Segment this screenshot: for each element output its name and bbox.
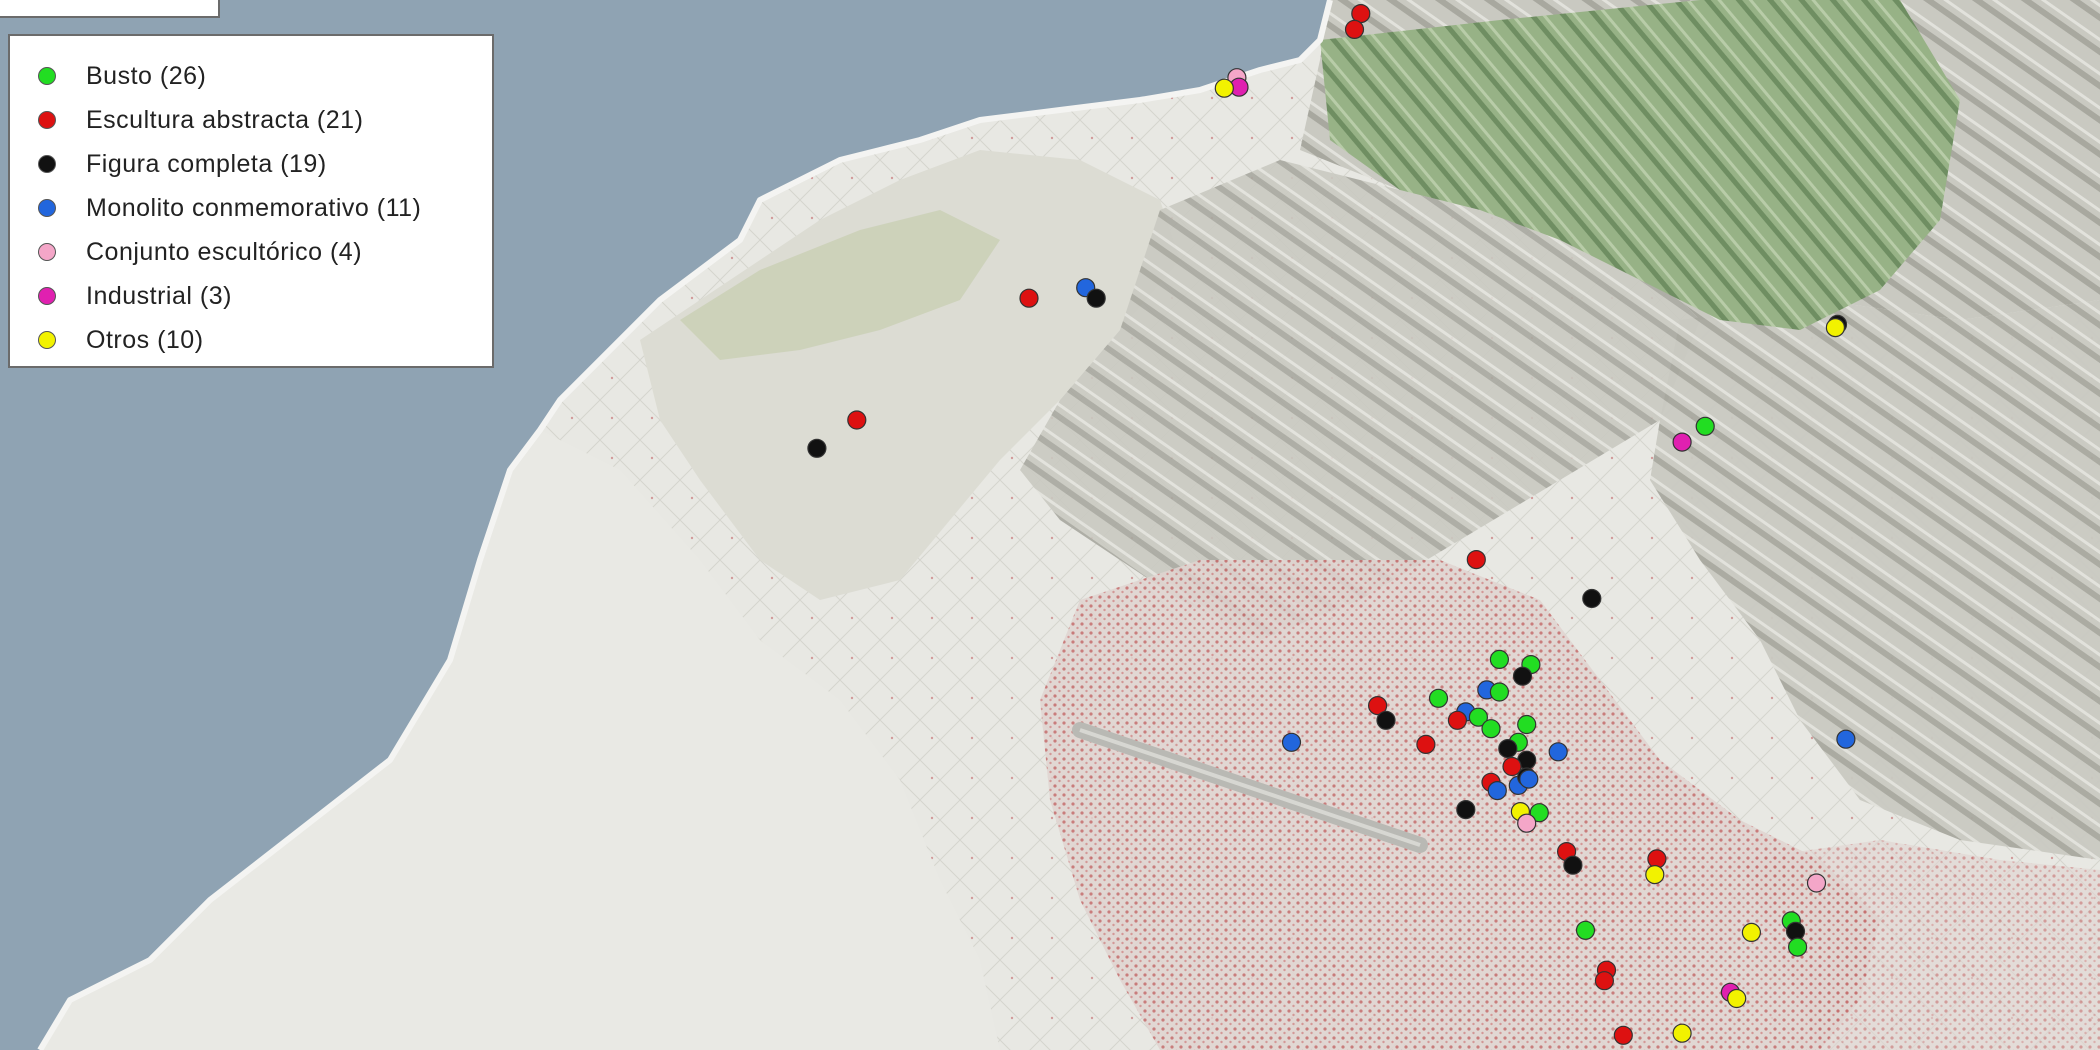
legend-label-otros: Otros (10) <box>86 325 204 354</box>
marker-monolito[interactable] <box>1281 732 1302 752</box>
legend-item-industrial[interactable]: Industrial (3) <box>38 274 492 318</box>
marker-abstracta[interactable] <box>847 410 867 430</box>
map-canvas[interactable]: Busto (26) Escultura abstracta (21) Figu… <box>0 0 2100 1050</box>
legend-swatch-industrial <box>38 287 56 305</box>
marker-figura[interactable] <box>1582 588 1602 609</box>
marker-busto[interactable] <box>1428 688 1449 708</box>
legend-swatch-figura-completa <box>38 155 56 173</box>
marker-abstracta[interactable] <box>1594 971 1615 991</box>
scale-box <box>0 0 220 18</box>
marker-abstracta[interactable] <box>1019 288 1039 308</box>
marker-busto[interactable] <box>1787 937 1808 957</box>
marker-abstracta[interactable] <box>1416 734 1436 755</box>
marker-otros[interactable] <box>1645 864 1665 885</box>
marker-abstracta[interactable] <box>1447 710 1468 730</box>
legend-item-monolito[interactable]: Monolito conmemorativo (11) <box>38 186 492 230</box>
legend-item-figura-completa[interactable]: Figura completa (19) <box>38 142 492 186</box>
marker-otros[interactable] <box>1825 318 1846 338</box>
marker-busto[interactable] <box>1695 416 1715 436</box>
legend: Busto (26) Escultura abstracta (21) Figu… <box>8 34 494 368</box>
marker-abstracta[interactable] <box>1647 849 1667 869</box>
legend-label-figura-completa: Figura completa (19) <box>86 149 327 178</box>
marker-abstracta[interactable] <box>1466 549 1486 570</box>
marker-industrial[interactable] <box>1672 432 1692 452</box>
marker-figura[interactable] <box>1498 738 1518 759</box>
marker-monolito[interactable] <box>1487 780 1507 801</box>
marker-otros[interactable] <box>1741 922 1762 943</box>
legend-swatch-monolito <box>38 199 56 217</box>
legend-swatch-escultura-abstracta <box>38 111 56 129</box>
legend-swatch-busto <box>38 67 56 85</box>
marker-monolito[interactable] <box>1836 729 1856 749</box>
marker-busto[interactable] <box>1517 714 1537 735</box>
marker-abstracta[interactable] <box>1613 1025 1633 1045</box>
legend-label-escultura-abstracta: Escultura abstracta (21) <box>86 105 364 134</box>
marker-otros[interactable] <box>1672 1023 1692 1043</box>
marker-busto[interactable] <box>1575 920 1596 940</box>
marker-otros[interactable] <box>1214 78 1234 98</box>
legend-swatch-conjunto <box>38 243 56 261</box>
marker-figura[interactable] <box>1376 710 1396 730</box>
marker-monolito[interactable] <box>1519 769 1539 789</box>
marker-busto[interactable] <box>1481 719 1501 739</box>
legend-label-industrial: Industrial (3) <box>86 281 232 310</box>
legend-swatch-otros <box>38 331 56 349</box>
marker-figura[interactable] <box>1086 288 1106 308</box>
marker-figura[interactable] <box>1785 921 1806 942</box>
legend-item-conjunto[interactable]: Conjunto escultórico (4) <box>38 230 492 274</box>
legend-item-escultura-abstracta[interactable]: Escultura abstracta (21) <box>38 98 492 142</box>
marker-conjunto[interactable] <box>1517 813 1537 833</box>
marker-busto[interactable] <box>1489 682 1510 702</box>
marker-busto[interactable] <box>1489 649 1510 670</box>
marker-abstracta[interactable] <box>1344 19 1365 39</box>
legend-label-conjunto: Conjunto escultórico (4) <box>86 237 363 266</box>
marker-figura[interactable] <box>1563 855 1583 875</box>
marker-monolito[interactable] <box>1548 742 1568 762</box>
legend-label-monolito: Monolito conmemorativo (11) <box>86 193 422 222</box>
marker-conjunto[interactable] <box>1806 873 1827 893</box>
marker-figura[interactable] <box>1456 799 1476 820</box>
marker-figura[interactable] <box>1512 666 1533 686</box>
marker-figura[interactable] <box>807 438 827 458</box>
legend-item-busto[interactable]: Busto (26) <box>38 54 492 98</box>
marker-otros[interactable] <box>1727 988 1747 1009</box>
legend-item-otros[interactable]: Otros (10) <box>38 318 492 362</box>
legend-label-busto: Busto (26) <box>86 61 207 90</box>
